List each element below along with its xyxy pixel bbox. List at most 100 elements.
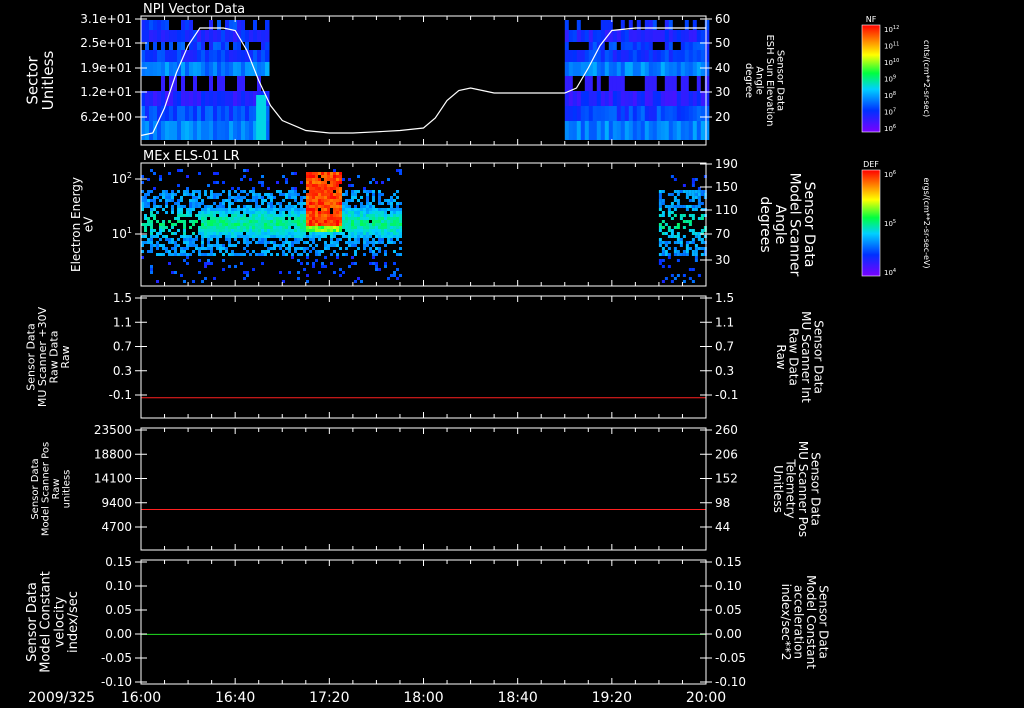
heatmap-cell — [640, 42, 646, 50]
heatmap-cell — [193, 91, 198, 106]
heatmap-cell — [288, 250, 291, 253]
heatmap-cell — [186, 208, 189, 211]
heatmap-cell — [237, 214, 240, 217]
heatmap-cell — [234, 190, 237, 193]
heatmap-cell — [249, 20, 254, 30]
heatmap-cell — [243, 229, 246, 232]
heatmap-cell — [378, 202, 381, 205]
heatmap-cell — [291, 220, 294, 223]
heatmap-cell — [162, 235, 165, 238]
heatmap-cell — [249, 235, 252, 238]
heatmap-cell — [588, 62, 594, 76]
heatmap-cell — [628, 50, 634, 62]
heatmap-cell — [375, 181, 378, 184]
heatmap-cell — [321, 232, 324, 235]
heatmap-cell — [658, 196, 662, 199]
heatmap-cell — [330, 244, 333, 247]
heatmap-cell — [237, 232, 240, 235]
heatmap-cell — [306, 220, 309, 223]
heatmap-cell — [217, 76, 222, 91]
heatmap-cell — [229, 42, 234, 50]
heatmap-cell — [670, 280, 674, 283]
heatmap-cell — [309, 232, 312, 235]
heatmap-cell — [315, 220, 318, 223]
heatmap-cell — [204, 211, 207, 214]
heatmap-cell — [294, 199, 297, 202]
heatmap-cell — [153, 76, 158, 91]
heatmap-cell — [393, 235, 396, 238]
heatmap-cell — [330, 181, 333, 184]
heatmap-cell — [267, 241, 270, 244]
heatmap-cell — [210, 214, 213, 217]
heatmap-cell — [620, 106, 626, 121]
heatmap-cell — [360, 211, 363, 214]
heatmap-cell — [213, 106, 218, 121]
heatmap-cell — [694, 205, 698, 208]
heatmap-cell — [198, 205, 201, 208]
heatmap-cell — [204, 226, 207, 229]
heatmap-cell — [303, 196, 306, 199]
heatmap-cell — [198, 217, 201, 220]
heatmap-cell — [219, 208, 222, 211]
heatmap-cell — [186, 175, 189, 178]
heatmap-cell — [640, 50, 646, 62]
heatmap-cell — [246, 211, 249, 214]
heatmap-cell — [369, 232, 372, 235]
heatmap-cell — [339, 175, 342, 178]
heatmap-cell — [291, 214, 294, 217]
heatmap-cell — [375, 220, 378, 223]
heatmap-cell — [183, 190, 186, 193]
heatmap-cell — [233, 91, 238, 106]
heatmap-cell — [309, 238, 312, 241]
heatmap-cell — [682, 235, 686, 238]
heatmap-cell — [324, 214, 327, 217]
heatmap-cell — [321, 181, 324, 184]
heatmap-cell — [372, 229, 375, 232]
heatmap-cell — [294, 187, 297, 190]
heatmap-cell — [297, 217, 300, 220]
heatmap-cell — [270, 229, 273, 232]
heatmap-cell — [694, 256, 698, 259]
heatmap-cell — [600, 20, 606, 30]
colorbar-tick-label: 106 — [884, 170, 896, 179]
heatmap-cell — [691, 184, 695, 187]
heatmap-cell — [156, 280, 159, 283]
heatmap-cell — [640, 106, 646, 121]
heatmap-cell — [381, 214, 384, 217]
heatmap-cell — [688, 247, 692, 250]
heatmap-cell — [177, 169, 180, 172]
heatmap-cell — [270, 205, 273, 208]
heatmap-cell — [390, 220, 393, 223]
heatmap-cell — [240, 229, 243, 232]
heatmap-cell — [372, 253, 375, 256]
heatmap-cell — [576, 62, 582, 76]
heatmap-cell — [312, 235, 315, 238]
heatmap-cell — [219, 220, 222, 223]
heatmap-cell — [252, 238, 255, 241]
heatmap-cell — [632, 121, 638, 140]
heatmap-cell — [704, 62, 710, 76]
heatmap-cell — [318, 250, 321, 253]
heatmap-cell — [640, 62, 646, 76]
heatmap-cell — [255, 253, 258, 256]
heatmap-cell — [234, 226, 237, 229]
heatmap-cell — [680, 106, 686, 121]
heatmap-cell — [240, 226, 243, 229]
heatmap-cell — [315, 208, 318, 211]
heatmap-cell — [213, 244, 216, 247]
heatmap-cell — [656, 121, 662, 140]
heatmap-cell — [318, 220, 321, 223]
heatmap-cell — [261, 211, 264, 214]
heatmap-cell — [372, 223, 375, 226]
heatmap-cell — [303, 208, 306, 211]
heatmap-cell — [249, 223, 252, 226]
heatmap-cell — [399, 229, 402, 232]
heatmap-cell — [354, 229, 357, 232]
heatmap-cell — [700, 247, 704, 250]
y2-tick-label: -0.10 — [715, 675, 746, 689]
heatmap-cell — [384, 226, 387, 229]
heatmap-cell — [309, 196, 312, 199]
heatmap-cell — [660, 106, 666, 121]
heatmap-cell — [321, 187, 324, 190]
heatmap-cell — [694, 208, 698, 211]
